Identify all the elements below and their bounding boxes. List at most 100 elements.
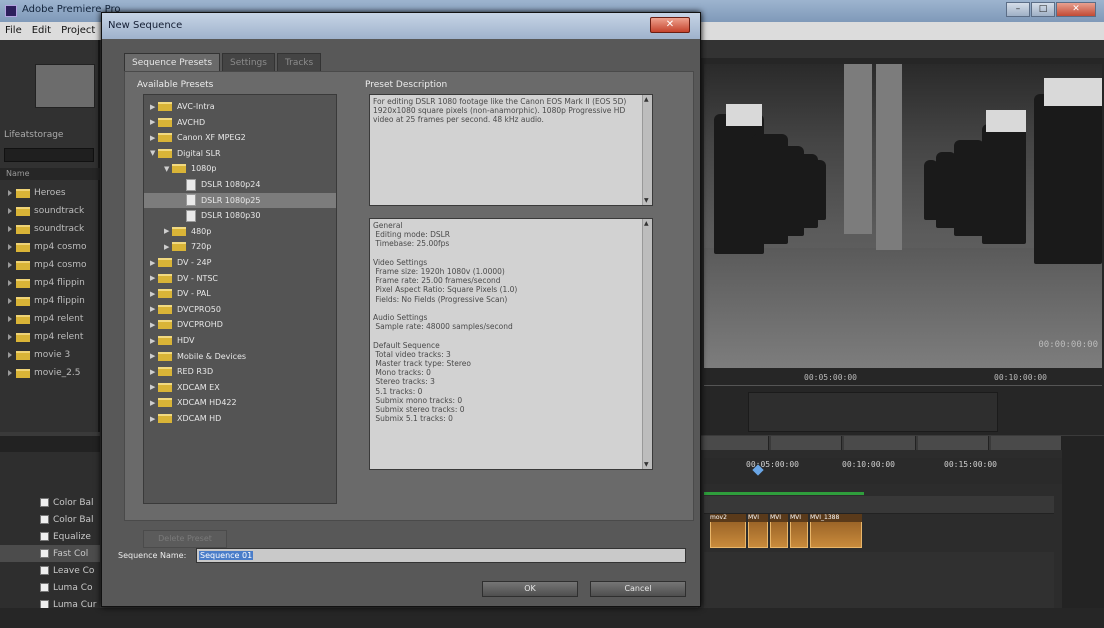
expand-triangle-icon[interactable] — [8, 316, 12, 322]
bin-item[interactable]: mp4 cosmo — [0, 256, 100, 274]
bin-item[interactable]: mp4 relent — [0, 310, 100, 328]
expand-triangle-icon[interactable] — [8, 208, 12, 214]
preset-folder[interactable]: ▶ RED R3D — [144, 364, 336, 379]
collapsed-triangle-icon[interactable]: ▶ — [150, 321, 158, 329]
preset-folder[interactable]: ▶ 480p — [144, 224, 336, 239]
preset-folder[interactable]: ▶ DV - PAL — [144, 286, 336, 301]
expand-triangle-icon[interactable] — [8, 226, 12, 232]
expand-triangle-icon[interactable] — [8, 244, 12, 250]
tab-sequence-presets[interactable]: Sequence Presets — [124, 53, 221, 71]
collapsed-triangle-icon[interactable]: ▶ — [164, 243, 172, 251]
project-search-input[interactable] — [4, 148, 94, 162]
transport-controls[interactable] — [748, 392, 998, 432]
expand-triangle-icon[interactable] — [8, 262, 12, 268]
bin-item[interactable]: mp4 relent — [0, 328, 100, 346]
menu-file[interactable]: File — [5, 22, 22, 40]
folder-icon — [158, 398, 172, 408]
preset-label: DV - NTSC — [177, 273, 218, 283]
preset-folder[interactable]: ▶ XDCAM HD — [144, 411, 336, 426]
expand-triangle-icon[interactable] — [8, 190, 12, 196]
ok-button[interactable]: OK — [482, 581, 578, 597]
expand-triangle-icon[interactable] — [8, 370, 12, 376]
preset-folder[interactable]: ▼ Digital SLR — [144, 146, 336, 161]
bin-item[interactable]: Heroes — [0, 184, 100, 202]
bin-item[interactable]: mp4 flippin — [0, 292, 100, 310]
collapsed-triangle-icon[interactable]: ▶ — [150, 383, 158, 391]
preset-folder[interactable]: ▼ 1080p — [144, 161, 336, 176]
preset-folder[interactable]: ▶ Canon XF MPEG2 — [144, 130, 336, 145]
menu-project[interactable]: Project — [61, 22, 95, 40]
folder-icon — [16, 296, 30, 306]
folder-icon — [158, 367, 172, 377]
effect-item[interactable]: Color Bal — [0, 511, 100, 528]
timeline-tab[interactable] — [844, 436, 916, 450]
effect-item[interactable]: Luma Co — [0, 579, 100, 596]
preset-folder[interactable]: ▶ Mobile & Devices — [144, 349, 336, 364]
preset-label: DSLR 1080p30 — [201, 211, 261, 221]
effect-item[interactable]: Equalize — [0, 528, 100, 545]
minimize-button[interactable]: – — [1006, 2, 1030, 17]
tab-settings[interactable]: Settings — [222, 53, 275, 71]
tab-tracks[interactable]: Tracks — [276, 53, 322, 71]
timeline-tab[interactable] — [698, 436, 770, 450]
collapsed-triangle-icon[interactable]: ▶ — [150, 399, 158, 407]
collapsed-triangle-icon[interactable]: ▶ — [150, 337, 158, 345]
cancel-button[interactable]: Cancel — [590, 581, 686, 597]
dialog-close-button[interactable]: ✕ — [650, 17, 690, 33]
expanded-triangle-icon[interactable]: ▼ — [164, 165, 172, 173]
preset-folder[interactable]: ▶ XDCAM HD422 — [144, 395, 336, 410]
preset-item[interactable]: DSLR 1080p24 — [144, 177, 336, 192]
collapsed-triangle-icon[interactable]: ▶ — [164, 227, 172, 235]
preset-folder[interactable]: ▶ HDV — [144, 333, 336, 348]
dialog-titlebar[interactable]: New Sequence ✕ — [102, 13, 700, 39]
effect-item-selected[interactable]: Fast Col — [0, 545, 100, 562]
preset-folder[interactable]: ▶ XDCAM EX — [144, 380, 336, 395]
effect-item[interactable]: Color Bal — [0, 494, 100, 511]
expanded-triangle-icon[interactable]: ▼ — [150, 149, 158, 157]
close-window-button[interactable]: ✕ — [1056, 2, 1096, 17]
delete-preset-button[interactable]: Delete Preset — [143, 530, 227, 548]
timeline-tab[interactable] — [917, 436, 989, 450]
preset-folder[interactable]: ▶ DV - 24P — [144, 255, 336, 270]
preset-item[interactable]: DSLR 1080p25 — [144, 192, 336, 208]
bin-item[interactable]: mp4 flippin — [0, 274, 100, 292]
timeline-tab[interactable] — [990, 436, 1063, 450]
collapsed-triangle-icon[interactable]: ▶ — [150, 274, 158, 282]
maximize-button[interactable]: □ — [1031, 2, 1055, 17]
preset-folder[interactable]: ▶ AVCHD — [144, 115, 336, 130]
collapsed-triangle-icon[interactable]: ▶ — [150, 305, 158, 313]
preset-folder[interactable]: ▶ 720p — [144, 239, 336, 254]
collapsed-triangle-icon[interactable]: ▶ — [150, 134, 158, 142]
preset-folder[interactable]: ▶ DVCPRO50 — [144, 302, 336, 317]
collapsed-triangle-icon[interactable]: ▶ — [150, 415, 158, 423]
collapsed-triangle-icon[interactable]: ▶ — [150, 368, 158, 376]
work-area-bar[interactable] — [704, 492, 864, 495]
description-scrollbar[interactable] — [642, 95, 652, 205]
preset-folder[interactable]: ▶ DVCPROHD — [144, 317, 336, 332]
bin-item[interactable]: soundtrack — [0, 220, 100, 238]
expand-triangle-icon[interactable] — [8, 298, 12, 304]
video-track[interactable] — [704, 496, 1054, 514]
project-column-header[interactable]: Name — [0, 168, 100, 180]
menu-edit[interactable]: Edit — [32, 22, 51, 40]
bin-item[interactable]: movie 3 — [0, 346, 100, 364]
timeline-tab[interactable] — [771, 436, 843, 450]
bin-item[interactable]: soundtrack — [0, 202, 100, 220]
premiere-logo-icon — [5, 5, 17, 17]
bin-item[interactable]: mp4 cosmo — [0, 238, 100, 256]
expand-triangle-icon[interactable] — [8, 352, 12, 358]
collapsed-triangle-icon[interactable]: ▶ — [150, 352, 158, 360]
preset-folder[interactable]: ▶ AVC-Intra — [144, 99, 336, 114]
collapsed-triangle-icon[interactable]: ▶ — [150, 259, 158, 267]
collapsed-triangle-icon[interactable]: ▶ — [150, 103, 158, 111]
effect-item[interactable]: Leave Co — [0, 562, 100, 579]
bin-item[interactable]: movie_2.5 — [0, 364, 100, 382]
details-scrollbar[interactable] — [642, 219, 652, 469]
expand-triangle-icon[interactable] — [8, 334, 12, 340]
sequence-name-input[interactable]: Sequence 01 — [196, 548, 686, 563]
preset-item[interactable]: DSLR 1080p30 — [144, 208, 336, 223]
collapsed-triangle-icon[interactable]: ▶ — [150, 118, 158, 126]
collapsed-triangle-icon[interactable]: ▶ — [150, 290, 158, 298]
preset-folder[interactable]: ▶ DV - NTSC — [144, 271, 336, 286]
expand-triangle-icon[interactable] — [8, 280, 12, 286]
